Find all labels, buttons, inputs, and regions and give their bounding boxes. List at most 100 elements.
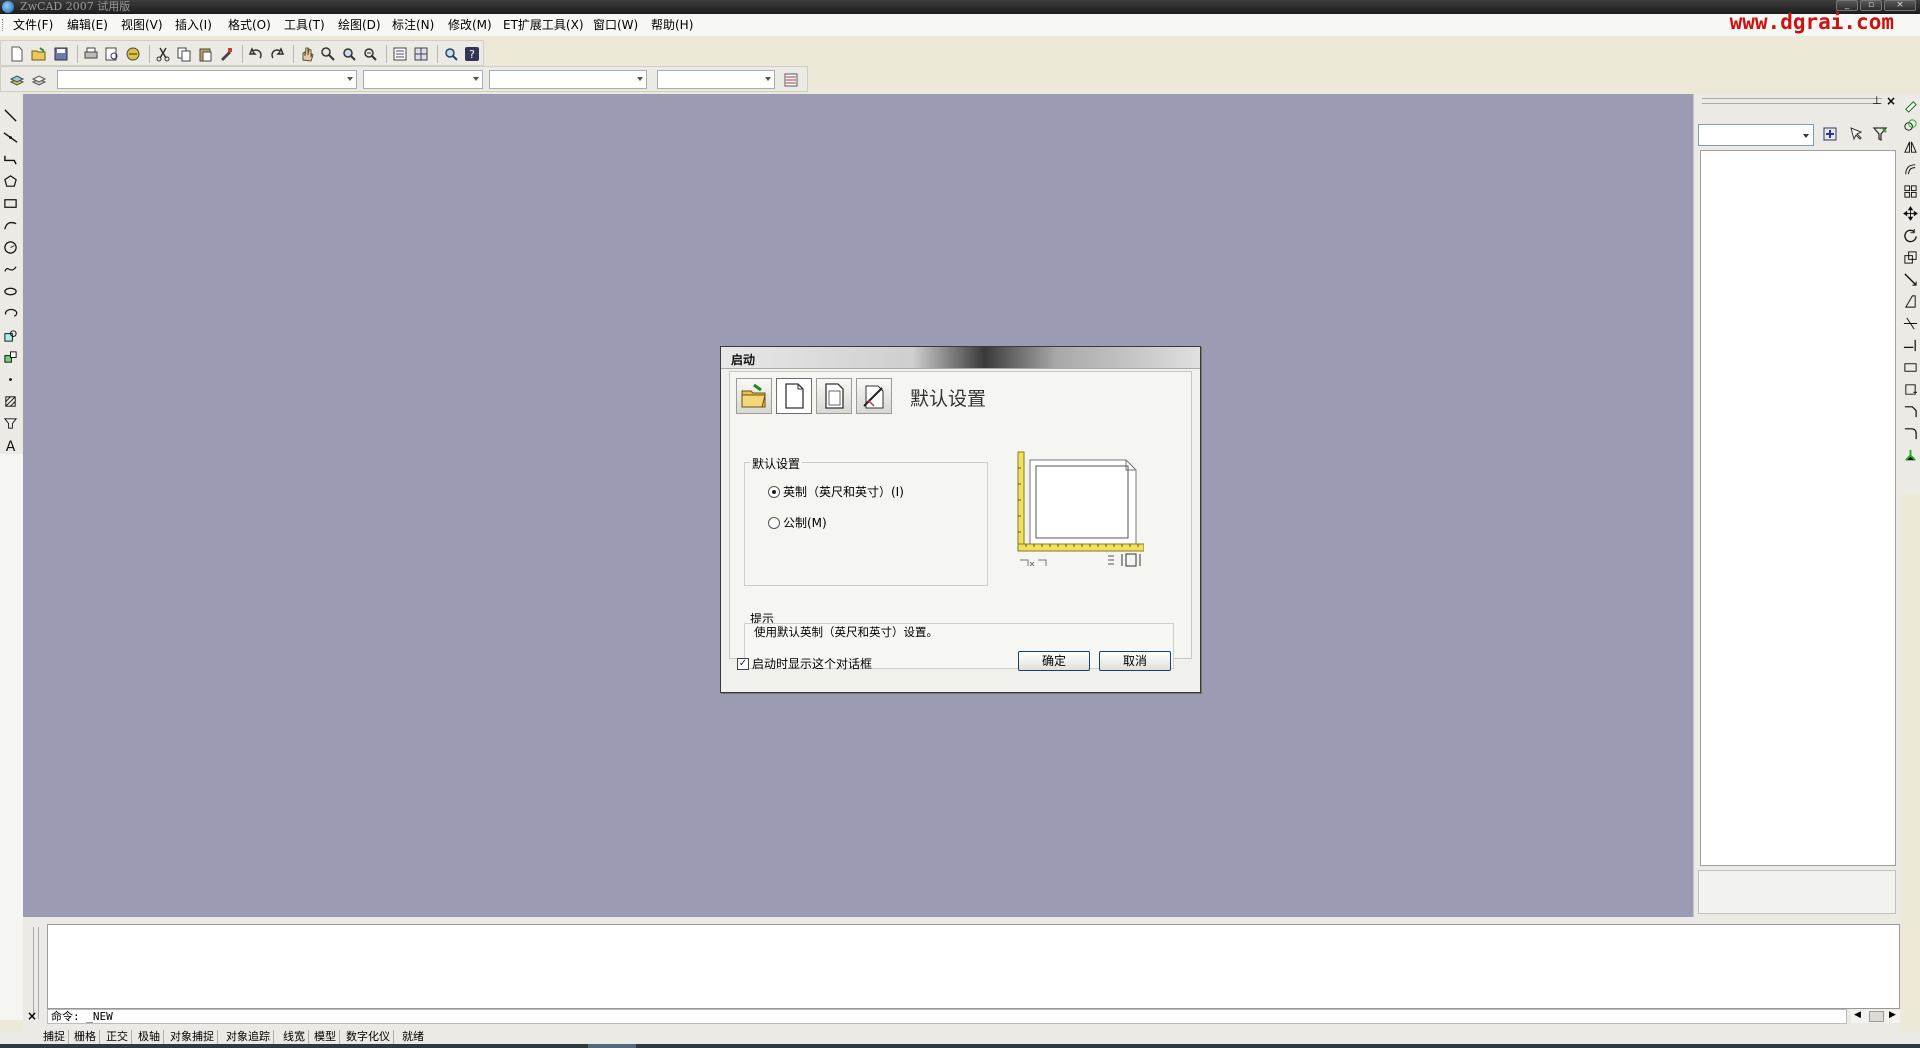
properties-list[interactable]	[1700, 150, 1896, 866]
line-icon[interactable]	[1, 106, 19, 124]
menu-file[interactable]: 文件(F)	[13, 18, 53, 32]
open-drawing-button[interactable]	[736, 378, 772, 414]
status-lineweight[interactable]: 线宽	[283, 1030, 309, 1044]
metric-option[interactable]: 公制(M)	[768, 514, 827, 531]
mirror-icon[interactable]	[1901, 138, 1919, 156]
extend-icon[interactable]	[1901, 336, 1919, 354]
show-on-startup-option[interactable]: ✓ 启动时显示这个对话框	[737, 655, 872, 672]
find-icon[interactable]	[441, 44, 461, 64]
layer-combo[interactable]	[57, 70, 357, 89]
insert-block-icon[interactable]	[1, 326, 19, 344]
region-icon[interactable]	[1, 414, 19, 432]
scroll-thumb[interactable]	[1869, 1011, 1884, 1022]
join-icon[interactable]	[1901, 380, 1919, 398]
show-on-startup-checkbox[interactable]: ✓	[737, 657, 749, 670]
stretch-icon[interactable]	[1901, 270, 1919, 288]
status-model[interactable]: 模型	[314, 1030, 340, 1044]
point-icon[interactable]	[1, 370, 19, 388]
scroll-right-icon[interactable]: ▶	[1889, 1010, 1896, 1020]
trim-icon[interactable]	[1901, 314, 1919, 332]
toggle-pickadd-icon[interactable]	[1820, 124, 1840, 144]
scale-icon[interactable]	[1901, 248, 1919, 266]
print-preview-icon[interactable]	[102, 44, 122, 64]
menu-modify[interactable]: 修改(M)	[448, 18, 492, 32]
menu-help[interactable]: 帮助(H)	[651, 18, 693, 32]
object-type-combo[interactable]	[1698, 124, 1814, 146]
status-tablet[interactable]: 数字化仪	[346, 1030, 394, 1044]
rotate-icon[interactable]	[1901, 226, 1919, 244]
taskbar-item[interactable]	[588, 1044, 636, 1048]
panel-grip[interactable]	[1702, 98, 1882, 104]
zoom-realtime-icon[interactable]	[318, 44, 338, 64]
lineweight-combo[interactable]	[657, 70, 775, 89]
open-icon[interactable]	[29, 44, 49, 64]
publish-icon[interactable]	[123, 44, 143, 64]
fillet-icon[interactable]	[1901, 424, 1919, 442]
new-icon[interactable]	[7, 44, 27, 64]
command-line[interactable]: 命令: _NEW	[47, 1009, 1847, 1024]
layer-manager-icon[interactable]	[7, 70, 27, 90]
color-combo[interactable]	[363, 70, 483, 89]
arc-icon[interactable]	[1, 216, 19, 234]
lengthen-icon[interactable]	[1901, 292, 1919, 310]
menu-insert[interactable]: 插入(I)	[175, 18, 212, 32]
zoom-window-icon[interactable]	[339, 44, 359, 64]
zoom-previous-icon[interactable]	[360, 44, 380, 64]
menu-tools[interactable]: 工具(T)	[284, 18, 325, 32]
polygon-icon[interactable]	[1, 172, 19, 190]
copy-object-icon[interactable]	[1901, 116, 1919, 134]
select-objects-icon[interactable]	[1846, 124, 1866, 144]
design-center-icon[interactable]	[411, 44, 431, 64]
layer-previous-icon[interactable]	[29, 70, 49, 90]
status-osnap[interactable]: 对象捕捉	[170, 1030, 218, 1044]
make-block-icon[interactable]	[1, 348, 19, 366]
offset-icon[interactable]	[1901, 160, 1919, 178]
layer-state-icon[interactable]	[781, 70, 801, 90]
redo-icon[interactable]	[267, 44, 287, 64]
copy-icon[interactable]	[174, 44, 194, 64]
explode-icon[interactable]	[1901, 446, 1919, 464]
hatch-icon[interactable]	[1, 392, 19, 410]
command-scrollbar[interactable]: ◀ ▶	[1851, 1010, 1900, 1023]
ok-button[interactable]: 确定	[1018, 651, 1090, 671]
menu-et-tools[interactable]: ET扩展工具(X)	[503, 18, 584, 32]
scroll-left-icon[interactable]: ◀	[1854, 1010, 1861, 1020]
menu-edit[interactable]: 编辑(E)	[67, 18, 108, 32]
pan-icon[interactable]	[297, 44, 317, 64]
quick-select-icon[interactable]	[1870, 124, 1890, 144]
paste-icon[interactable]	[195, 44, 215, 64]
linetype-combo[interactable]	[489, 70, 647, 89]
pin-icon[interactable]: ⊥	[1872, 94, 1882, 107]
chamfer-icon[interactable]	[1901, 402, 1919, 420]
menu-format[interactable]: 格式(O)	[228, 18, 271, 32]
dialog-title-bar[interactable]: 启动	[721, 347, 1200, 369]
menu-dimension[interactable]: 标注(N)	[392, 18, 434, 32]
rectangle-icon[interactable]	[1, 194, 19, 212]
polyline-icon[interactable]	[1, 150, 19, 168]
app-icon[interactable]	[2, 1, 14, 13]
status-polar[interactable]: 极轴	[138, 1030, 164, 1044]
cancel-button[interactable]: 取消	[1099, 651, 1171, 671]
status-ortho[interactable]: 正交	[106, 1030, 132, 1044]
ellipse-icon[interactable]	[1, 282, 19, 300]
erase-icon[interactable]	[1901, 96, 1919, 114]
use-template-button[interactable]	[816, 378, 852, 414]
menu-window[interactable]: 窗口(W)	[593, 18, 638, 32]
command-history[interactable]	[47, 924, 1900, 1009]
metric-radio[interactable]	[768, 516, 780, 529]
undo-icon[interactable]	[246, 44, 266, 64]
properties-icon[interactable]	[390, 44, 410, 64]
status-snap[interactable]: 捕捉	[43, 1030, 69, 1044]
status-grid[interactable]: 栅格	[74, 1030, 100, 1044]
cut-icon[interactable]	[153, 44, 173, 64]
imperial-radio[interactable]	[768, 485, 780, 498]
array-icon[interactable]	[1901, 182, 1919, 200]
save-icon[interactable]	[51, 44, 71, 64]
text-icon[interactable]: A	[1, 436, 19, 454]
menu-view[interactable]: 视图(V)	[121, 18, 163, 32]
help-icon[interactable]: ?	[462, 44, 482, 64]
start-from-scratch-button[interactable]	[776, 378, 812, 414]
use-wizard-button[interactable]	[856, 378, 892, 414]
ellipse-arc-icon[interactable]	[1, 304, 19, 322]
command-close-icon[interactable]: ×	[27, 1009, 37, 1023]
